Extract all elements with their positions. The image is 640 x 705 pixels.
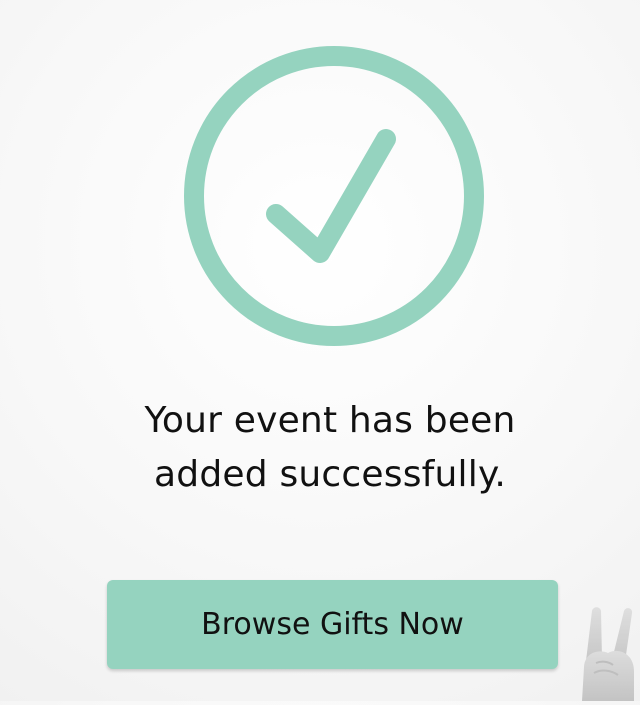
check-circle-icon bbox=[184, 46, 484, 346]
success-message-line-2: added successfully. bbox=[154, 454, 506, 495]
browse-gifts-button[interactable]: Browse Gifts Now bbox=[107, 580, 558, 669]
hand-peace-icon bbox=[578, 605, 640, 701]
success-message: Your event has been added successfully. bbox=[120, 394, 540, 502]
success-screen: Your event has been added successfully. … bbox=[0, 0, 640, 701]
success-message-line-1: Your event has been bbox=[144, 400, 516, 441]
